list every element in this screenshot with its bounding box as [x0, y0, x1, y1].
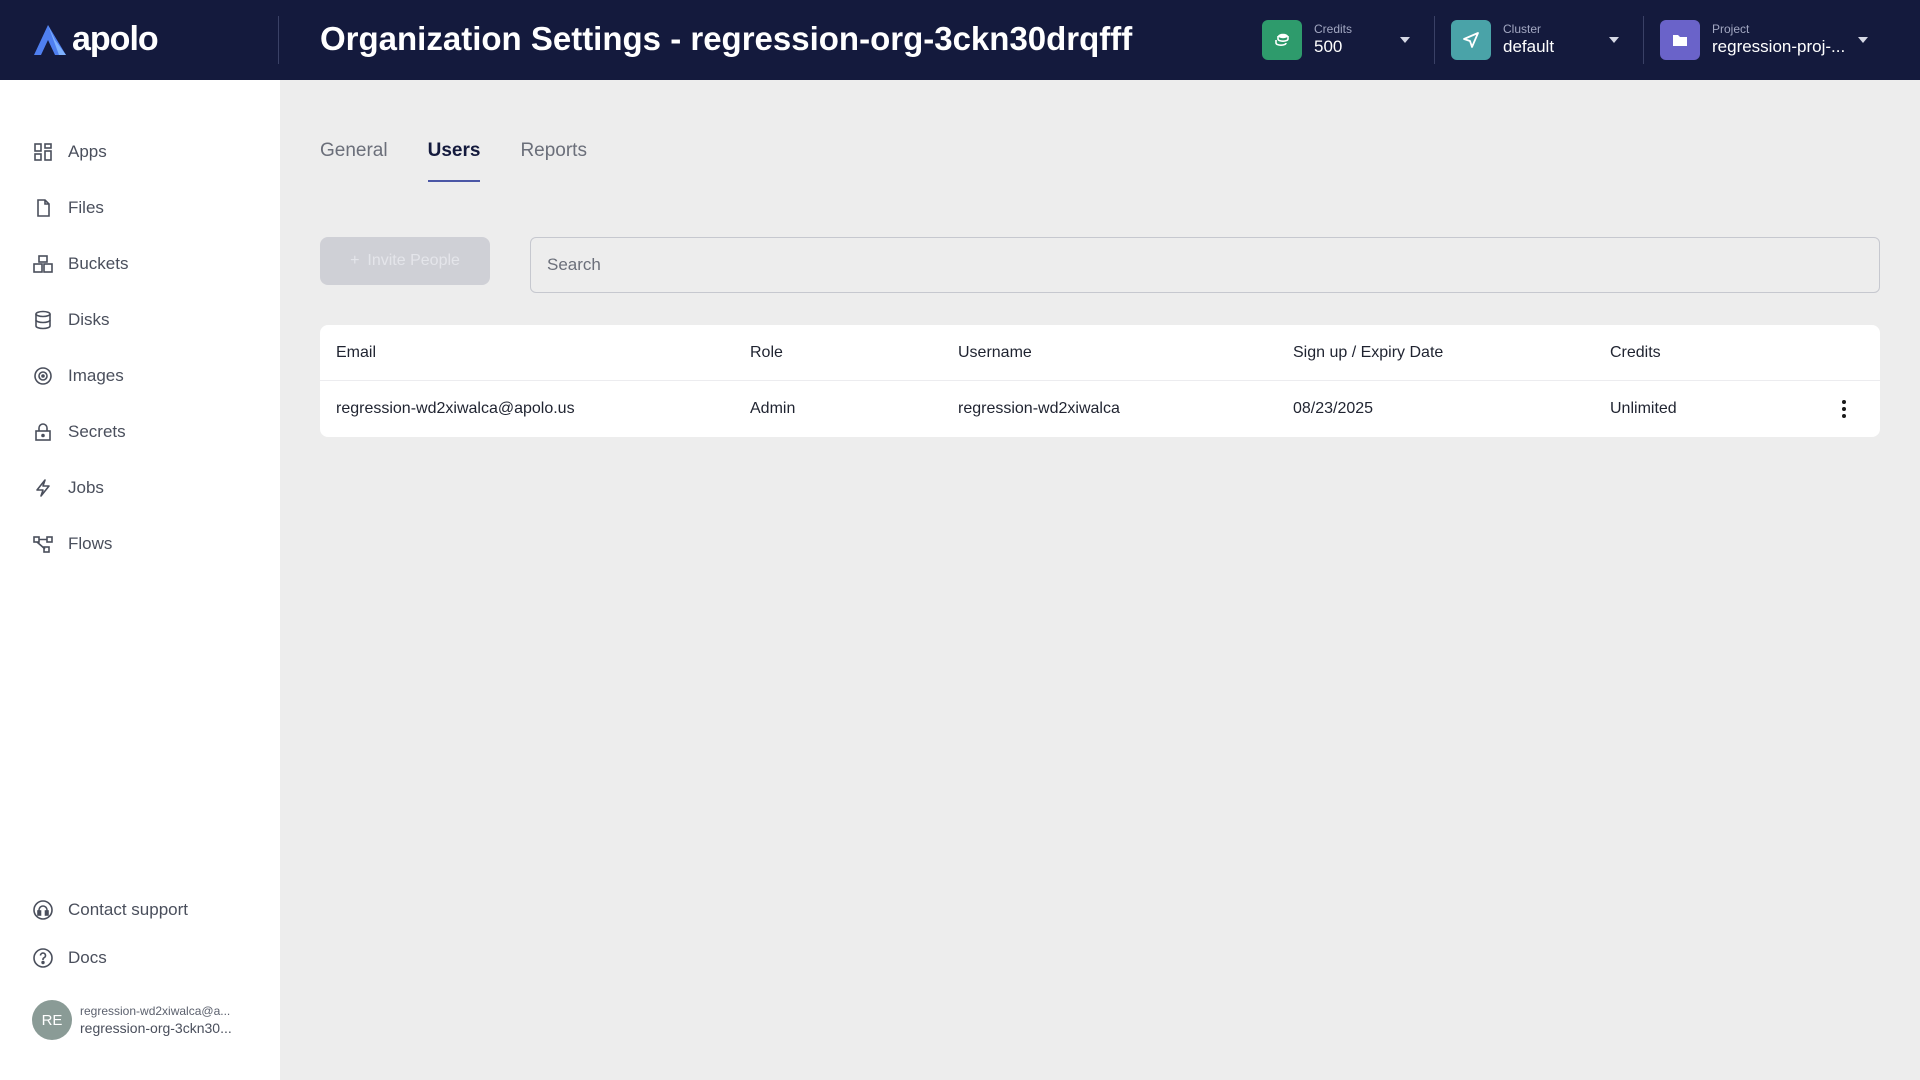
column-header-credits[interactable]: Credits [1610, 325, 1661, 381]
cell-email: regression-wd2xiwalca@apolo.us [336, 400, 575, 417]
cell-role: Admin [750, 400, 796, 417]
help-icon [32, 947, 54, 969]
project-label: Project [1712, 22, 1750, 36]
plus-icon: + [350, 252, 360, 269]
sidebar-item-label: Flows [68, 534, 113, 553]
sidebar-item-label: Files [68, 198, 104, 217]
file-icon [32, 197, 54, 219]
credits-value: 500 [1314, 37, 1343, 56]
apolo-logo-mark-icon [34, 24, 66, 55]
docs-label: Docs [68, 948, 107, 967]
user-email: regression-wd2xiwalca@a... [80, 1004, 231, 1018]
table-header: Email Role Username Sign up / Expiry Dat… [320, 325, 1880, 381]
credits-selector[interactable]: Credits 500 [1262, 18, 1352, 62]
cluster-label: Cluster [1503, 22, 1542, 36]
sidebar-item-images[interactable]: Images [32, 362, 124, 390]
database-icon [32, 309, 54, 331]
cell-signup-date: 08/23/2025 [1293, 400, 1374, 417]
sidebar-item-disks[interactable]: Disks [32, 306, 110, 334]
more-options-icon[interactable] [1832, 397, 1856, 421]
sidebar-item-flows[interactable]: Flows [32, 530, 112, 558]
column-header-signup-date[interactable]: Sign up / Expiry Date [1293, 325, 1443, 381]
headset-icon [32, 899, 54, 921]
tab-users[interactable]: Users [427, 140, 480, 182]
column-header-email[interactable]: Email [336, 325, 376, 381]
column-header-username[interactable]: Username [958, 325, 1032, 381]
bucket-icon [32, 253, 54, 275]
invite-people-button[interactable]: + Invite People [320, 237, 490, 285]
tab-general[interactable]: General [320, 140, 388, 182]
page-title: Organization Settings - regression-org-3… [320, 20, 1133, 57]
bolt-icon [32, 477, 54, 499]
grid-icon [32, 141, 54, 163]
sidebar-item-label: Apps [68, 142, 107, 161]
search-input[interactable] [530, 237, 1880, 293]
flow-icon [32, 533, 54, 555]
users-table: Email Role Username Sign up / Expiry Dat… [320, 325, 1880, 437]
credits-label: Credits [1314, 22, 1353, 36]
apolo-logo[interactable]: apolo [32, 20, 159, 59]
cluster-chevron-down-icon[interactable] [1609, 37, 1619, 43]
top-bar: apolo Organization Settings - regression… [0, 0, 1920, 80]
coins-icon [1262, 20, 1302, 60]
sidebar-item-files[interactable]: Files [32, 194, 104, 222]
project-selector[interactable]: Project regression-proj-... [1660, 18, 1845, 62]
user-menu[interactable]: RE regression-wd2xiwalca@a... regression… [32, 1000, 232, 1040]
project-chevron-down-icon[interactable] [1858, 37, 1868, 43]
header-separator [1434, 16, 1435, 64]
project-value: regression-proj-... [1712, 37, 1846, 56]
user-org: regression-org-3ckn30... [80, 1020, 232, 1036]
sidebar-item-label: Secrets [68, 422, 126, 441]
avatar: RE [32, 1000, 72, 1040]
header-divider [278, 16, 279, 64]
lock-icon [32, 421, 54, 443]
docs-link[interactable]: Docs [32, 944, 107, 972]
folder-icon [1660, 20, 1700, 60]
cluster-selector[interactable]: Cluster default [1451, 18, 1554, 62]
sidebar-item-secrets[interactable]: Secrets [32, 418, 126, 446]
image-icon [32, 365, 54, 387]
tab-reports[interactable]: Reports [520, 140, 587, 182]
sidebar-item-apps[interactable]: Apps [32, 138, 107, 166]
header-separator [1643, 16, 1644, 64]
apolo-logo-text: apolo [72, 20, 159, 58]
contact-support-link[interactable]: Contact support [32, 896, 188, 924]
sidebar-item-label: Jobs [68, 478, 104, 497]
column-header-role[interactable]: Role [750, 325, 783, 381]
contact-support-label: Contact support [68, 900, 189, 919]
sidebar-item-jobs[interactable]: Jobs [32, 474, 104, 502]
cluster-value: default [1503, 37, 1555, 56]
send-icon [1451, 20, 1491, 60]
sidebar-item-buckets[interactable]: Buckets [32, 250, 128, 278]
table-row[interactable]: regression-wd2xiwalca@apolo.us Admin reg… [320, 381, 1880, 437]
cell-credits: Unlimited [1610, 400, 1677, 417]
sidebar-item-label: Disks [68, 310, 110, 329]
sidebar-item-label: Buckets [68, 254, 129, 273]
settings-tabs: General Users Reports [320, 140, 587, 182]
credits-chevron-down-icon[interactable] [1400, 37, 1410, 43]
sidebar: Apps Files Buckets Disks Images Secrets [0, 80, 280, 1080]
sidebar-item-label: Images [68, 366, 124, 385]
cell-username: regression-wd2xiwalca [958, 400, 1120, 417]
invite-people-label: Invite People [367, 252, 460, 269]
